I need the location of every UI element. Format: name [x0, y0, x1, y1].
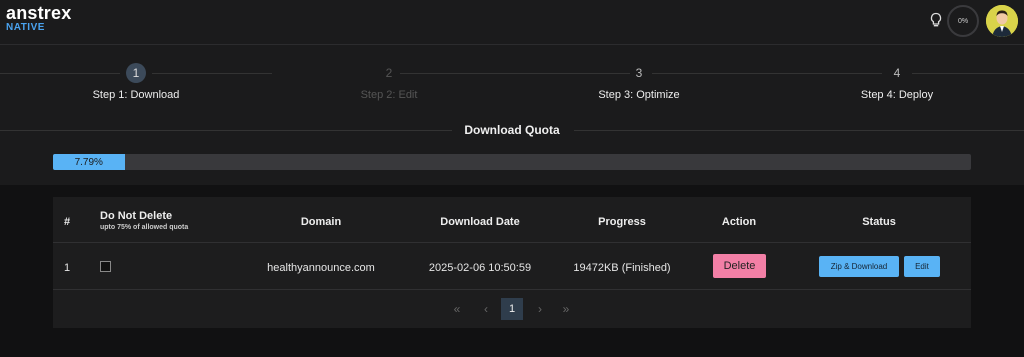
- progress-stepper: 1 Step 1: Download 2 Step 2: Edit 3 Step…: [0, 45, 1024, 185]
- row-divider: [53, 289, 971, 290]
- step-download[interactable]: 1 Step 1: Download: [46, 63, 226, 101]
- step-number: 1: [126, 63, 146, 83]
- step-number: 3: [635, 66, 643, 80]
- top-navbar: anstrex NATIVE 0%: [0, 0, 1024, 45]
- brand-subtitle: NATIVE: [6, 22, 45, 33]
- step-label: Step 1: Download: [92, 89, 180, 101]
- row-progress: 19472KB (Finished): [573, 262, 671, 274]
- col-header-status: Status: [862, 216, 896, 228]
- step-label: Step 2: Edit: [360, 89, 418, 101]
- edit-button[interactable]: Edit: [904, 256, 940, 277]
- do-not-delete-checkbox[interactable]: [100, 261, 111, 272]
- col-header-download-date: Download Date: [440, 216, 520, 228]
- row-download-date: 2025-02-06 10:50:59: [428, 262, 532, 274]
- user-avatar-icon: [986, 5, 1018, 37]
- step-deploy[interactable]: 4 Step 4: Deploy: [807, 63, 987, 101]
- pagination-last[interactable]: »: [559, 298, 573, 320]
- step-optimize[interactable]: 3 Step 3: Optimize: [549, 63, 729, 101]
- row-index: 1: [63, 262, 71, 274]
- step-edit[interactable]: 2 Step 2: Edit: [299, 63, 479, 101]
- quota-meter[interactable]: 0%: [947, 5, 979, 37]
- step-number: 4: [893, 66, 901, 80]
- col-header-do-not-delete: Do Not Delete: [100, 210, 173, 222]
- delete-button[interactable]: Delete: [713, 254, 766, 278]
- quota-meter-label: 0%: [957, 17, 969, 25]
- col-header-index: #: [63, 216, 71, 228]
- brand-name: anstrex: [6, 3, 72, 23]
- quota-progress-bar: 7.79%: [53, 154, 971, 170]
- lightbulb-icon[interactable]: [929, 12, 943, 28]
- row-domain: healthyannounce.com: [267, 262, 375, 274]
- col-header-progress: Progress: [598, 216, 646, 228]
- step-label: Step 4: Deploy: [860, 89, 934, 101]
- pagination-prev[interactable]: ‹: [479, 298, 493, 320]
- pagination-next[interactable]: ›: [533, 298, 547, 320]
- quota-progress-fill: 7.79%: [53, 154, 125, 170]
- divider: [574, 130, 1024, 131]
- pagination-current-page[interactable]: 1: [501, 298, 523, 320]
- avatar[interactable]: [986, 5, 1018, 37]
- downloads-table: # Do Not Delete upto 75% of allowed quot…: [53, 197, 971, 328]
- col-header-action: Action: [721, 216, 757, 228]
- pagination-first[interactable]: «: [450, 298, 464, 320]
- zip-download-button[interactable]: Zip & Download: [819, 256, 899, 277]
- app-logo[interactable]: anstrex NATIVE: [6, 4, 71, 33]
- step-number: 2: [385, 66, 393, 80]
- quota-progress-label: 7.79%: [74, 156, 103, 168]
- step-label: Step 3: Optimize: [598, 89, 680, 101]
- row-divider: [53, 242, 971, 243]
- col-header-note: upto 75% of allowed quota: [100, 224, 189, 231]
- col-header-domain: Domain: [300, 216, 342, 228]
